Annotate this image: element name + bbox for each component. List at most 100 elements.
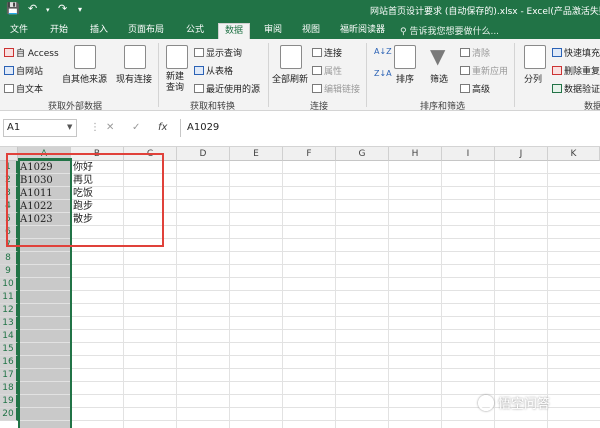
enter-icon[interactable]: ✓ <box>132 122 140 133</box>
other-sources-button[interactable]: 自其他来源 <box>62 72 107 85</box>
text-to-columns-button[interactable]: 分列 <box>524 72 542 85</box>
reapply-label: 重新应用 <box>472 67 509 77</box>
undo-dropdown-icon[interactable]: ▾ <box>46 6 50 14</box>
connections-button[interactable]: 连接 <box>312 46 342 59</box>
tell-me-search[interactable]: ⚲ 告诉我您想要做什么... <box>400 24 499 37</box>
column-header-i[interactable]: I <box>442 147 495 161</box>
existing-connections-button[interactable]: 现有连接 <box>116 72 152 85</box>
column-header-j[interactable]: J <box>495 147 548 161</box>
window-title: 网站首页设计要求 (自动保存的).xlsx - Excel(产品激活失败 <box>370 7 600 17</box>
row-header-16[interactable]: 16 <box>0 356 18 369</box>
tab-view[interactable]: 视图 <box>296 23 326 39</box>
flash-fill-button[interactable]: 快速填充 <box>552 46 600 59</box>
advanced-button[interactable]: 高级 <box>460 82 490 95</box>
sort-az-icon[interactable]: A↓Z <box>374 47 392 56</box>
row-header-19[interactable]: 19 <box>0 395 18 408</box>
save-icon[interactable]: 💾 <box>6 2 20 15</box>
from-text-label: 自文本 <box>16 85 44 95</box>
recent-sources-icon <box>194 84 204 93</box>
chevron-down-icon[interactable]: ▼ <box>67 123 72 131</box>
row-header-20[interactable]: 20 <box>0 408 18 421</box>
row-header-14[interactable]: 14 <box>0 330 18 343</box>
filter-funnel-icon: ▼ <box>430 44 446 68</box>
properties-label: 属性 <box>324 67 343 77</box>
group-label-connections: 连接 <box>310 102 329 111</box>
group-label-get-transform: 获取和转换 <box>190 102 236 111</box>
formula-bar: A1 ▼ ⋮ ✕ ✓ fx A1029 <box>0 111 600 147</box>
cancel-icon[interactable]: ✕ <box>106 122 114 133</box>
watermark: 悟空问答 <box>478 393 550 412</box>
tab-foxit-reader[interactable]: 福昕阅读器 <box>334 23 391 39</box>
advanced-label: 高级 <box>472 85 491 95</box>
row-header-17[interactable]: 17 <box>0 369 18 382</box>
tab-data[interactable]: 数据 <box>218 23 251 39</box>
new-query-button[interactable]: 新建 查询 <box>166 72 184 94</box>
from-access-button[interactable]: 自 Access <box>4 46 59 59</box>
column-header-d[interactable]: D <box>177 147 230 161</box>
column-header-g[interactable]: G <box>336 147 389 161</box>
ribbon-separator <box>514 43 515 107</box>
sort-icon <box>394 45 416 69</box>
column-header-k[interactable]: K <box>548 147 600 161</box>
column-header-e[interactable]: E <box>230 147 283 161</box>
row-header-8[interactable]: 8 <box>0 252 18 265</box>
row-header-9[interactable]: 9 <box>0 265 18 278</box>
new-query-line2: 查询 <box>166 83 185 93</box>
tell-me-text: 告诉我您想要做什么... <box>409 27 500 37</box>
show-queries-icon <box>194 48 204 57</box>
from-text-button[interactable]: 自文本 <box>4 82 43 95</box>
group-label-get-external: 获取外部数据 <box>48 102 103 111</box>
watermark-text: 悟空问答 <box>498 397 551 412</box>
formula-input[interactable]: A1029 <box>180 119 597 137</box>
row-header-11[interactable]: 11 <box>0 291 18 304</box>
remove-duplicates-label: 删除重复 <box>564 67 600 77</box>
row-header-13[interactable]: 13 <box>0 317 18 330</box>
filter-button[interactable]: 筛选 <box>430 72 448 85</box>
tab-page-layout[interactable]: 页面布局 <box>122 23 170 39</box>
sort-button[interactable]: 排序 <box>396 72 414 85</box>
column-header-f[interactable]: F <box>283 147 336 161</box>
properties-button[interactable]: 属性 <box>312 64 342 77</box>
clear-button[interactable]: 清除 <box>460 46 490 59</box>
tab-file[interactable]: 文件 <box>4 23 34 39</box>
existing-connections-icon <box>124 45 146 69</box>
data-validation-label: 数据验证 <box>564 85 600 95</box>
ribbon-separator <box>366 43 367 107</box>
clear-label: 清除 <box>472 49 491 59</box>
row-header-10[interactable]: 10 <box>0 278 18 291</box>
data-validation-button[interactable]: 数据验证 <box>552 82 600 95</box>
highlight-box <box>6 153 164 247</box>
from-web-label: 自网站 <box>16 67 44 77</box>
refresh-all-icon <box>280 45 302 69</box>
row-header-12[interactable]: 12 <box>0 304 18 317</box>
sort-za-icon[interactable]: Z↓A <box>374 69 392 78</box>
tab-formulas[interactable]: 公式 <box>180 23 210 39</box>
column-header-h[interactable]: H <box>389 147 442 161</box>
from-table-button[interactable]: 从表格 <box>194 64 233 77</box>
tab-home[interactable]: 开始 <box>44 23 74 39</box>
web-icon <box>4 66 14 75</box>
tab-review[interactable]: 审阅 <box>258 23 288 39</box>
insert-function-icon[interactable]: fx <box>158 122 167 133</box>
customize-toolbar-icon[interactable]: ▾ <box>78 5 82 14</box>
group-label-data-tools: 数据 <box>584 102 600 111</box>
tab-insert[interactable]: 插入 <box>84 23 114 39</box>
text-file-icon <box>4 84 14 93</box>
edit-links-button[interactable]: 编辑链接 <box>312 82 360 95</box>
data-validation-icon <box>552 84 562 93</box>
edit-links-icon <box>312 84 322 93</box>
recent-sources-button[interactable]: 最近使用的源 <box>194 82 260 95</box>
recent-sources-label: 最近使用的源 <box>206 85 261 95</box>
name-box[interactable]: A1 <box>3 119 77 137</box>
redo-icon[interactable]: ↷ <box>58 2 67 15</box>
watermark-logo-icon <box>478 395 494 411</box>
remove-duplicates-button[interactable]: 删除重复 <box>552 64 600 77</box>
from-web-button[interactable]: 自网站 <box>4 64 43 77</box>
refresh-all-button[interactable]: 全部刷新 <box>272 72 308 85</box>
remove-duplicates-icon <box>552 66 562 75</box>
row-header-18[interactable]: 18 <box>0 382 18 395</box>
row-header-15[interactable]: 15 <box>0 343 18 356</box>
undo-icon[interactable]: ↶ <box>28 2 37 15</box>
show-queries-button[interactable]: 显示查询 <box>194 46 242 59</box>
reapply-button[interactable]: 重新应用 <box>460 64 508 77</box>
